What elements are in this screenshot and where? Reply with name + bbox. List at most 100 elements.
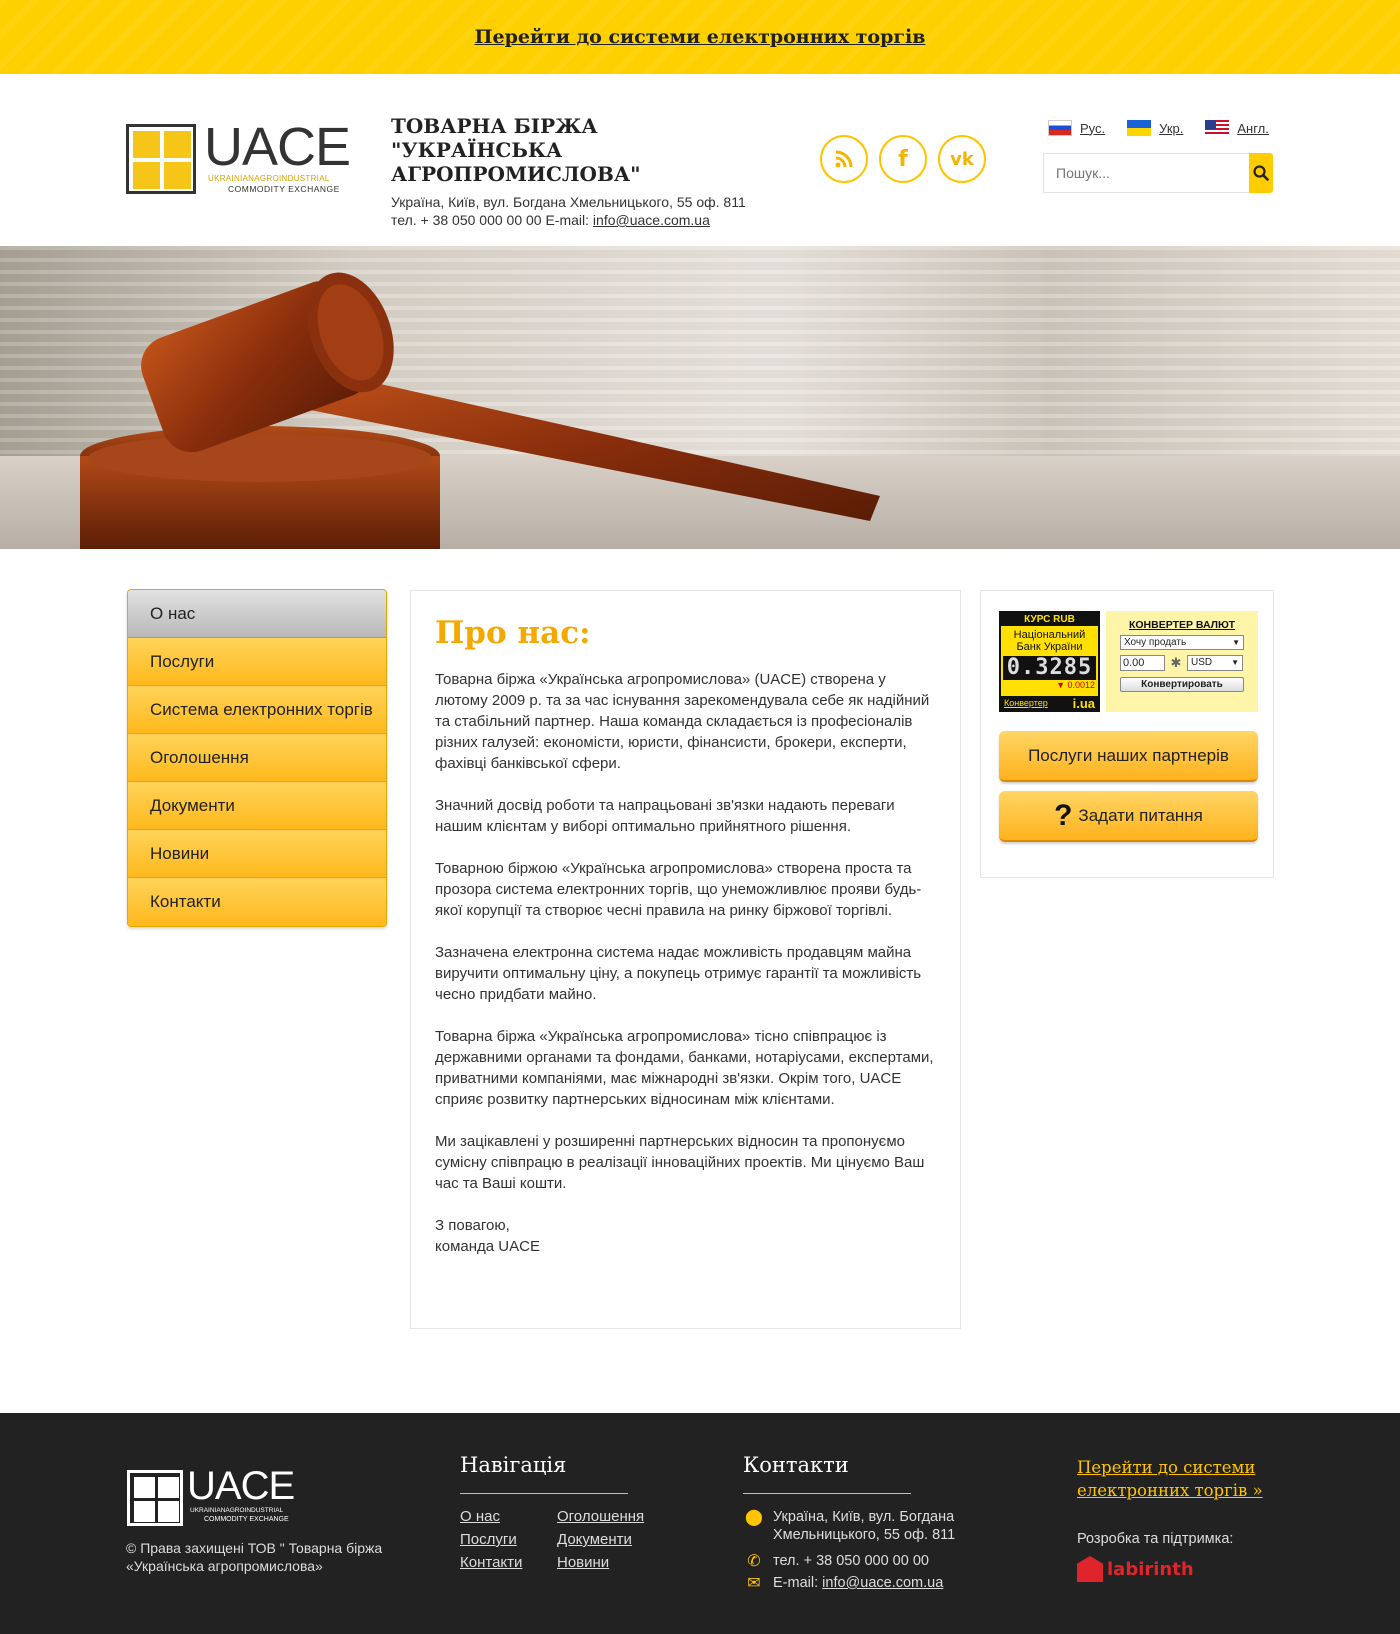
iua-logo: i.ua [1072, 695, 1095, 711]
currency-converter-widget: КОНВЕРТЕР ВАЛЮТ Хочу продать 0.00 ✱ USD … [1106, 611, 1258, 712]
labirinth-logo-text: labirinth [1107, 1558, 1194, 1580]
lang-en-label: Англ. [1237, 120, 1269, 136]
company-info: ТОВАРНА БІРЖА "УКРАЇНСЬКА АГРОПРОМИСЛОВА… [391, 114, 791, 229]
trade-system-link[interactable]: Перейти до системи електронних торгів [475, 26, 926, 48]
footer-logo-subtitle: UKRAINIANAGROINDUSTRIAL [190, 1507, 284, 1514]
footer-nav: О нас Оголошення Послуги Документи Конта… [460, 1508, 667, 1571]
sidebar-item-contacts[interactable]: Контакти [128, 878, 386, 926]
about-paragraph: Зазначена електронна система надає можли… [435, 944, 922, 1003]
converter-currency-select[interactable]: USD [1187, 655, 1243, 671]
language-switcher: Рус. Укр. Англ. [1048, 120, 1269, 136]
footer-link-services[interactable]: Послуги [460, 1531, 557, 1548]
lang-ua-label: Укр. [1159, 120, 1184, 136]
sidebar-item-news[interactable]: Новини [128, 830, 386, 878]
ask-question-label: Задати питання [1078, 805, 1203, 825]
about-paragraph: Ми зацікавлені у розширенні партнерських… [435, 1133, 925, 1192]
about-paragraph: Товарна біржа «Українська агропромислова… [435, 1028, 934, 1108]
asterisk-icon: ✱ [1170, 655, 1182, 670]
search-icon [1253, 165, 1269, 181]
gavel-image [80, 272, 880, 549]
logo-mark [126, 124, 196, 194]
about-content: Про нас: Товарна біржа «Українська агроп… [410, 590, 961, 1329]
sidebar-nav: О нас Послуги Система електронних торгів… [127, 589, 387, 927]
footer-email-label: E-mail: [773, 1575, 823, 1591]
footer-link-contacts[interactable]: Контакти [460, 1554, 557, 1571]
rate-bank: Національний Банк України [1013, 629, 1086, 653]
search-box [1043, 153, 1273, 193]
facebook-icon[interactable]: f [879, 135, 927, 183]
partners-services-label: Послуги наших партнерів [1028, 745, 1229, 765]
search-input[interactable] [1043, 153, 1249, 193]
footer-logo-mark [127, 1470, 183, 1526]
sidebar-item-documents[interactable]: Документи [128, 782, 386, 830]
usa-flag-icon [1205, 120, 1230, 136]
rss-icon[interactable] [820, 135, 868, 183]
logo-subtitle: UKRAINIANAGROINDUSTRIAL [208, 174, 330, 183]
company-address: Україна, Київ, вул. Богдана Хмельницьког… [391, 194, 746, 210]
footer-link-announcements[interactable]: Оголошення [557, 1508, 667, 1525]
labirinth-logo-icon [1077, 1556, 1103, 1582]
mail-icon: ✉ [747, 1573, 761, 1592]
exchange-rate-widget[interactable]: КУРС RUB Національний Банк України 0.328… [999, 611, 1100, 712]
company-name-line2: "УКРАЇНСЬКА АГРОПРОМИСЛОВА" [391, 138, 641, 186]
converter-mode-select[interactable]: Хочу продать [1120, 635, 1244, 650]
search-button[interactable] [1249, 153, 1273, 193]
footer-nav-title: Навігація [460, 1453, 629, 1494]
footer-phone: тел. + 38 050 000 00 00 [773, 1553, 929, 1569]
footer-link-about[interactable]: О нас [460, 1508, 557, 1525]
facebook-glyph: f [898, 146, 908, 172]
question-icon: ? [1054, 798, 1073, 832]
rate-header: КУРС RUB [1001, 613, 1098, 626]
sidebar-item-about[interactable]: О нас [128, 590, 386, 638]
social-links: f vk [820, 135, 986, 183]
page-title: Про нас: [435, 615, 591, 651]
about-paragraph: Товарною біржою «Українська агропромисло… [435, 860, 922, 919]
footer: UACE UKRAINIANAGROINDUSTRIAL COMMODITY E… [0, 1413, 1400, 1634]
rate-value: 0.3285 [1003, 656, 1096, 680]
about-paragraph: Товарна біржа «Українська агропромислова… [435, 671, 930, 772]
footer-logo[interactable]: UACE UKRAINIANAGROINDUSTRIAL COMMODITY E… [127, 1464, 307, 1528]
dev-label: Розробка та підтримка: [1077, 1531, 1234, 1547]
converter-title[interactable]: КОНВЕРТЕР ВАЛЮТ [1120, 619, 1244, 631]
sidebar-item-announcements[interactable]: Оголошення [128, 734, 386, 782]
lang-ru[interactable]: Рус. [1048, 120, 1105, 136]
lang-en[interactable]: Англ. [1205, 120, 1269, 136]
company-name-line1: ТОВАРНА БІРЖА [391, 114, 598, 138]
footer-logo-subtitle-2: COMMODITY EXCHANGE [204, 1516, 289, 1523]
ask-question-button[interactable]: ? Задати питання [999, 791, 1258, 842]
phone-icon: ✆ [747, 1551, 761, 1570]
vk-icon[interactable]: vk [938, 135, 986, 183]
footer-contacts: ⬤ Україна, Київ, вул. Богдана Хмельницько… [745, 1508, 973, 1596]
lang-ru-label: Рус. [1080, 120, 1106, 136]
hero-banner [0, 246, 1400, 549]
top-bar: Перейти до системи електронних торгів [0, 0, 1400, 74]
about-paragraph: Значний досвід роботи та напрацьовані зв… [435, 797, 895, 835]
footer-email-link[interactable]: info@uace.com.ua [822, 1575, 943, 1591]
developer-logo[interactable]: labirinth [1077, 1556, 1194, 1582]
footer-logo-word: UACE [187, 1464, 295, 1508]
footer-link-documents[interactable]: Документи [557, 1531, 667, 1548]
footer-link-news[interactable]: Новини [557, 1554, 667, 1571]
convert-button[interactable]: Конвертировать [1120, 677, 1244, 692]
logo-word: UACE [204, 117, 351, 177]
lang-ua[interactable]: Укр. [1127, 120, 1183, 136]
sidebar-item-trade-system[interactable]: Система електронних торгів [128, 686, 386, 734]
about-signature: З повагою, команда UACE [435, 1217, 540, 1255]
logo-subtitle-2: COMMODITY EXCHANGE [228, 184, 340, 194]
copyright: © Права захищені ТОВ " Товарна біржа «Ук… [126, 1540, 383, 1574]
converter-amount-input[interactable]: 0.00 [1120, 655, 1165, 671]
site-logo[interactable]: UACE UKRAINIANAGROINDUSTRIAL COMMODITY E… [126, 117, 351, 194]
company-phone: тел. + 38 050 000 00 00 E-mail: [391, 212, 593, 228]
ukraine-flag-icon [1127, 120, 1152, 136]
rate-change: ▼ 0.0012 [1056, 680, 1095, 690]
company-email-link[interactable]: info@uace.com.ua [593, 212, 710, 228]
sidebar-item-services[interactable]: Послуги [128, 638, 386, 686]
rate-converter-link[interactable]: Конвертер [1004, 698, 1048, 708]
location-pin-icon: ⬤ [745, 1507, 763, 1526]
footer-contacts-title: Контакти [743, 1453, 911, 1494]
russia-flag-icon [1048, 120, 1072, 136]
footer-trade-system-link[interactable]: Перейти до системи електронних торгів » [1077, 1456, 1297, 1502]
footer-address: Україна, Київ, вул. Богдана Хмельницьког… [773, 1509, 956, 1543]
right-sidebar: КУРС RUB Національний Банк України 0.328… [980, 590, 1274, 878]
partners-services-button[interactable]: Послуги наших партнерів [999, 731, 1258, 782]
